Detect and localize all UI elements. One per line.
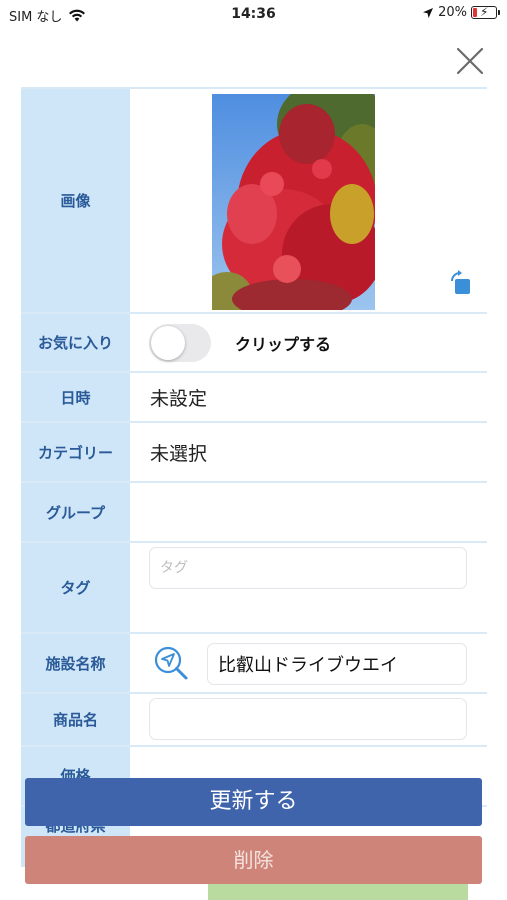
update-button[interactable]: 更新する	[25, 778, 482, 826]
status-right: 20% ⚡	[422, 5, 500, 20]
status-bar: SIM なし 14:36 20% ⚡	[0, 0, 507, 30]
tag-input[interactable]	[149, 547, 467, 589]
toggle-knob	[151, 325, 185, 360]
datetime-label: 日時	[21, 373, 130, 421]
datetime-cell[interactable]: 未設定	[130, 373, 487, 421]
location-search-icon[interactable]	[153, 645, 189, 681]
product-label: 商品名	[21, 694, 130, 745]
battery-level-fill	[473, 8, 477, 17]
group-cell[interactable]	[130, 483, 487, 541]
row-tag: タグ	[21, 543, 487, 634]
favorite-label: お気に入り	[21, 314, 130, 371]
battery-percent: 20%	[438, 5, 467, 20]
delete-button[interactable]: 削除	[25, 836, 482, 884]
tag-cell	[130, 543, 487, 632]
clip-toggle[interactable]	[149, 323, 211, 362]
close-icon[interactable]	[455, 46, 485, 76]
category-cell[interactable]: 未選択	[130, 423, 487, 481]
rotate-image-icon[interactable]	[448, 269, 472, 295]
location-arrow-icon	[423, 7, 434, 18]
row-product: 商品名	[21, 694, 487, 747]
facility-label: 施設名称	[21, 634, 130, 692]
category-label: カテゴリー	[21, 423, 130, 481]
facility-name-value: 比叡山ドライブウエイ	[218, 655, 398, 676]
battery-charging-icon: ⚡	[471, 5, 500, 19]
image-label: 画像	[21, 89, 130, 312]
row-category: カテゴリー 未選択	[21, 423, 487, 483]
partial-green-button	[208, 884, 468, 900]
datetime-value[interactable]: 未設定	[150, 384, 207, 411]
tag-label: タグ	[21, 543, 130, 632]
favorite-cell: クリップする	[130, 314, 487, 371]
product-name-input[interactable]	[149, 698, 467, 740]
row-favorite: お気に入り クリップする	[21, 314, 487, 373]
charging-bolt-icon: ⚡	[480, 5, 489, 19]
image-cell	[130, 89, 487, 312]
row-facility: 施設名称 比叡山ドライブウエイ	[21, 634, 487, 694]
row-image: 画像	[21, 87, 487, 314]
facility-name-field[interactable]: 比叡山ドライブウエイ	[207, 643, 467, 685]
photo-thumbnail[interactable]	[212, 94, 375, 310]
clip-label: クリップする	[235, 334, 332, 354]
category-value[interactable]: 未選択	[150, 439, 207, 466]
product-cell	[130, 694, 487, 745]
row-group: グループ	[21, 483, 487, 543]
edit-form: 画像 お気に入り クリップする 日時 未設定 カテゴリー 未選択 グループ タグ…	[21, 87, 487, 867]
facility-cell: 比叡山ドライブウエイ	[130, 634, 487, 692]
group-label: グループ	[21, 483, 130, 541]
row-datetime: 日時 未設定	[21, 373, 487, 423]
